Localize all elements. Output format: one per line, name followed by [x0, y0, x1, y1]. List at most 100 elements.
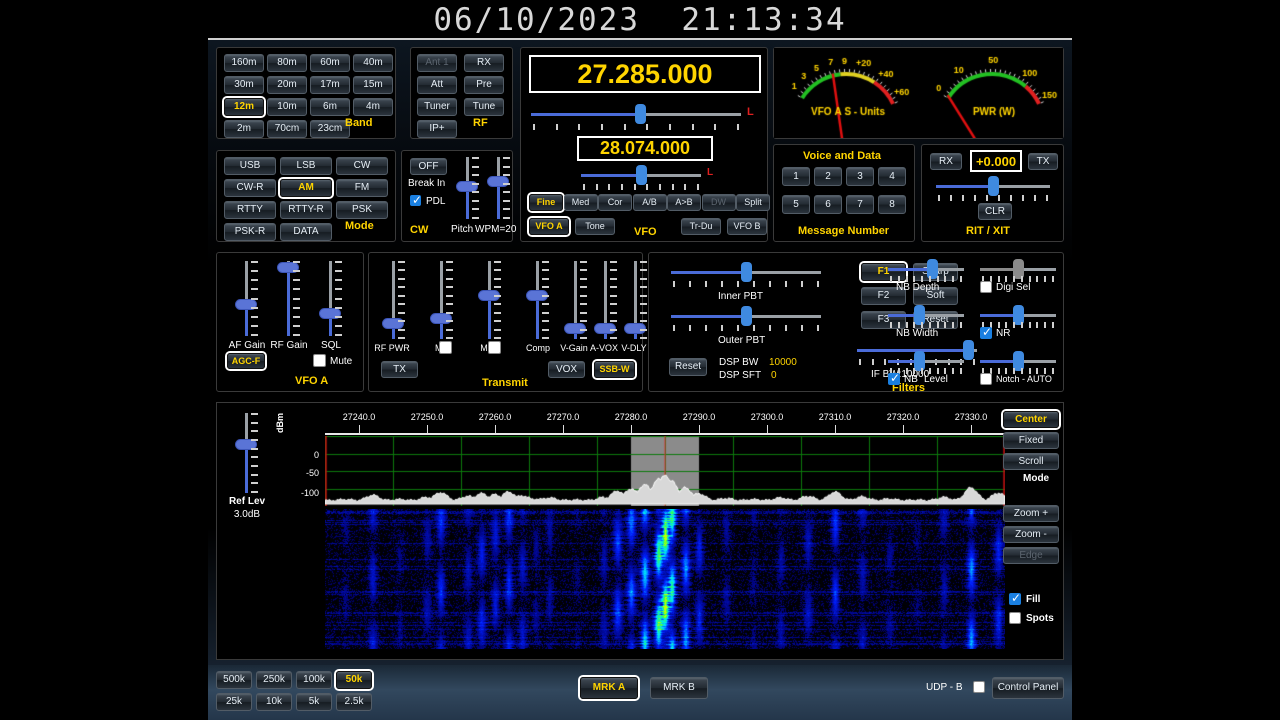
slider-knob[interactable] — [740, 306, 752, 326]
nr-checkbox[interactable] — [980, 326, 992, 339]
vfo-button-tone[interactable]: Tone — [575, 218, 615, 235]
vfo-step-cor[interactable]: Cor — [598, 194, 632, 211]
band-button-60m[interactable]: 60m — [310, 54, 350, 72]
message-button-4[interactable]: 4 — [878, 167, 906, 186]
slider-digi-sel[interactable] — [980, 259, 1056, 279]
marker-a-button[interactable]: MRK A — [580, 677, 638, 699]
span-button-5k[interactable]: 5k — [296, 693, 332, 711]
spectrum-mode-fixed[interactable]: Fixed — [1003, 432, 1059, 449]
message-button-6[interactable]: 6 — [814, 195, 842, 214]
notch-checkbox[interactable] — [980, 373, 992, 385]
vfo-b-frequency-display[interactable]: 28.074.000 — [577, 136, 713, 161]
band-button-40m[interactable]: 40m — [353, 54, 393, 72]
span-button-2.5k[interactable]: 2.5k — [336, 693, 372, 711]
mode-button-data[interactable]: DATA — [280, 223, 332, 241]
spectrum-edge-button[interactable]: Edge — [1003, 547, 1059, 564]
span-button-100k[interactable]: 100k — [296, 671, 332, 689]
vfo-b-tuning-slider[interactable] — [581, 165, 701, 185]
control-panel-button[interactable]: Control Panel — [992, 677, 1064, 699]
vfo-button-tr-du[interactable]: Tr-Du — [681, 218, 721, 235]
slider-notch-auto[interactable] — [980, 351, 1056, 371]
message-button-7[interactable]: 7 — [846, 195, 874, 214]
band-button-12m[interactable]: 12m — [224, 98, 264, 116]
outer-pbt-slider[interactable] — [671, 306, 821, 326]
spectrum-mode-scroll[interactable]: Scroll — [1003, 453, 1059, 470]
band-button-20m[interactable]: 20m — [267, 76, 307, 94]
ssb-width-button[interactable]: SSB-W — [594, 361, 635, 378]
vfo-step-a-b[interactable]: A>B — [667, 194, 701, 211]
vfo-step-split[interactable]: Split — [736, 194, 770, 211]
band-button-70cm[interactable]: 70cm — [267, 120, 307, 138]
mode-button-psk-r[interactable]: PSK-R — [224, 223, 276, 241]
mode-button-usb[interactable]: USB — [224, 157, 276, 175]
spectrum-mode-center[interactable]: Center — [1003, 411, 1059, 428]
vfo-step-dw[interactable]: DW — [701, 194, 736, 211]
band-button-15m[interactable]: 15m — [353, 76, 393, 94]
message-button-5[interactable]: 5 — [782, 195, 810, 214]
rf-button-ant-1[interactable]: Ant 1 — [417, 54, 457, 72]
break-in-button[interactable]: OFF — [410, 158, 447, 175]
span-button-10k[interactable]: 10k — [256, 693, 292, 711]
filters-reset-button[interactable]: Reset — [669, 358, 707, 376]
vfo-step-med[interactable]: Med — [563, 194, 598, 211]
vox-button[interactable]: VOX — [548, 361, 585, 378]
band-button-4m[interactable]: 4m — [353, 98, 393, 116]
rf-button-tune[interactable]: Tune — [464, 98, 504, 116]
rf-button-rx[interactable]: RX — [464, 54, 504, 72]
rf-button-pre[interactable]: Pre — [464, 76, 504, 94]
udp-checkbox[interactable] — [973, 681, 985, 693]
mode-button-am[interactable]: AM — [280, 179, 332, 197]
slider-knob[interactable] — [987, 176, 999, 196]
rf-button-ip-[interactable]: IP+ — [417, 120, 457, 138]
band-button-80m[interactable]: 80m — [267, 54, 307, 72]
waterfall-canvas[interactable] — [325, 509, 1005, 649]
rit-clear-button[interactable]: CLR — [978, 203, 1012, 220]
inner-pbt-slider[interactable] — [671, 262, 821, 282]
mode-button-rtty-r[interactable]: RTTY-R — [280, 201, 332, 219]
mode-button-lsb[interactable]: LSB — [280, 157, 332, 175]
message-button-2[interactable]: 2 — [814, 167, 842, 186]
vfo-step-fine[interactable]: Fine — [529, 194, 563, 211]
pdl-checkbox[interactable] — [410, 194, 422, 207]
fill-checkbox[interactable] — [1009, 592, 1021, 605]
rit-value-display[interactable]: +0.000 — [970, 150, 1022, 172]
rit-offset-slider[interactable] — [936, 176, 1050, 196]
mode-button-rtty[interactable]: RTTY — [224, 201, 276, 219]
spectrum-zoom--button[interactable]: Zoom + — [1003, 505, 1059, 522]
band-button-30m[interactable]: 30m — [224, 76, 264, 94]
vfo-a-tuning-slider[interactable] — [531, 104, 741, 124]
vfo-button-vfo-a[interactable]: VFO A — [529, 218, 569, 235]
vfo-button-vfo-b[interactable]: VFO B — [727, 218, 767, 235]
mode-button-psk[interactable]: PSK — [336, 201, 388, 219]
slider-nb-depth[interactable] — [888, 259, 964, 279]
span-button-25k[interactable]: 25k — [216, 693, 252, 711]
band-button-160m[interactable]: 160m — [224, 54, 264, 72]
message-button-3[interactable]: 3 — [846, 167, 874, 186]
mute-checkbox[interactable] — [313, 354, 326, 367]
message-button-8[interactable]: 8 — [878, 195, 906, 214]
slider-nr[interactable] — [980, 305, 1056, 325]
rit-rx-button[interactable]: RX — [930, 153, 962, 170]
nb-checkbox[interactable] — [888, 372, 900, 385]
spectrum-plot-canvas[interactable] — [325, 436, 1005, 506]
spectrum-zoom--button[interactable]: Zoom - — [1003, 526, 1059, 543]
transmit-tx-button[interactable]: TX — [381, 361, 418, 378]
band-button-23cm[interactable]: 23cm — [310, 120, 350, 138]
slider-nb-level[interactable] — [888, 351, 964, 371]
agc-button[interactable]: AGC-F — [227, 353, 265, 369]
band-button-10m[interactable]: 10m — [267, 98, 307, 116]
span-button-500k[interactable]: 500k — [216, 671, 252, 689]
slider-nb-width[interactable] — [888, 305, 964, 325]
band-button-2m[interactable]: 2m — [224, 120, 264, 138]
rf-button-tuner[interactable]: Tuner — [417, 98, 457, 116]
span-button-50k[interactable]: 50k — [336, 671, 372, 689]
span-button-250k[interactable]: 250k — [256, 671, 292, 689]
band-button-17m[interactable]: 17m — [310, 76, 350, 94]
band-button-6m[interactable]: 6m — [310, 98, 350, 116]
comp-checkbox[interactable] — [488, 341, 501, 354]
message-button-1[interactable]: 1 — [782, 167, 810, 186]
marker-b-button[interactable]: MRK B — [650, 677, 708, 699]
slider-knob[interactable] — [635, 165, 647, 185]
vfo-a-frequency-display[interactable]: 27.285.000 — [529, 55, 761, 93]
rit-tx-button[interactable]: TX — [1028, 153, 1058, 170]
